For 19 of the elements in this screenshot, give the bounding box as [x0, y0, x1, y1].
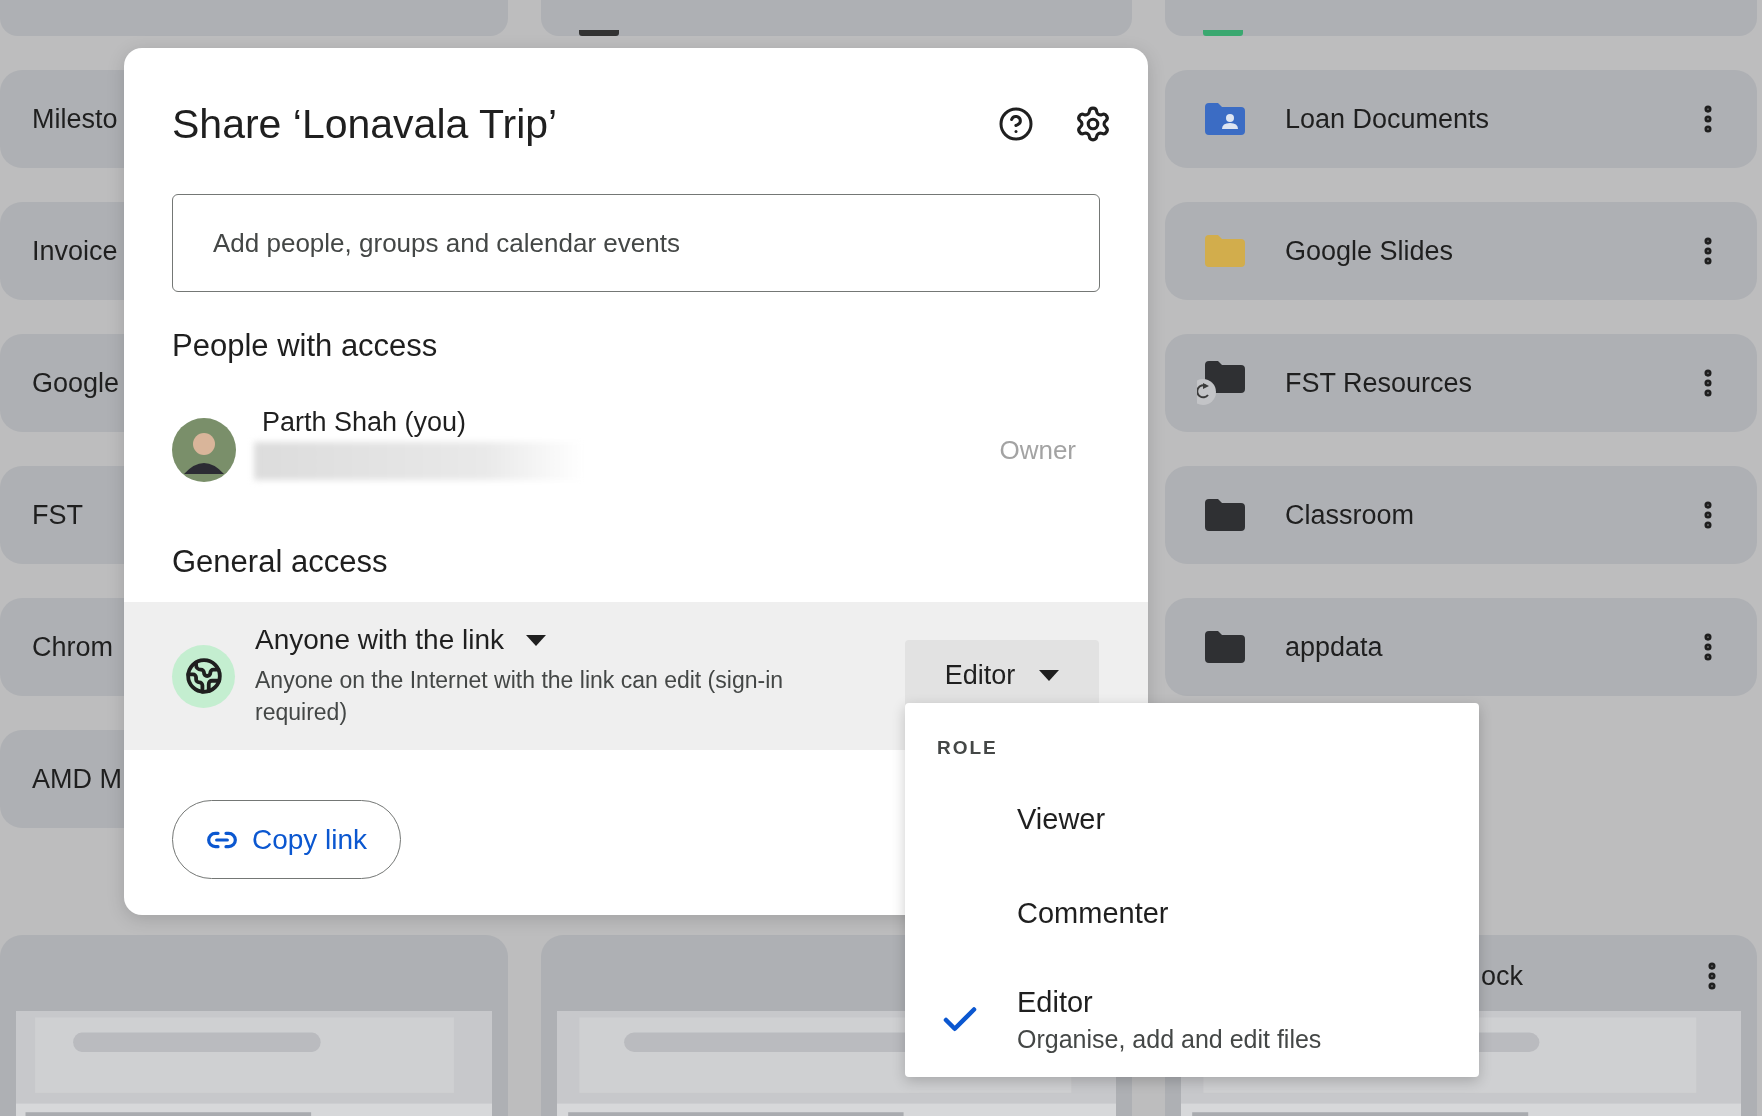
folder-name: Milesto: [32, 103, 118, 135]
folder-name: appdata: [1285, 631, 1384, 663]
dialog-title: Share ‘Lonavala Trip’: [172, 100, 559, 148]
folder-name: Google: [32, 367, 120, 399]
folder-name: Classroom: [1285, 499, 1416, 531]
folder-name: Invoice: [32, 235, 118, 267]
folder-name: Chrom: [32, 631, 113, 663]
section-heading: People with access: [172, 328, 439, 364]
folder-name: FST: [32, 499, 83, 531]
person-name: Parth Shah (you): [262, 406, 468, 438]
folder-name: AMD M: [32, 763, 122, 795]
access-description: Anyone on the Internet with the link can edit (sign-in required): [255, 666, 785, 727]
file-name: ock: [1481, 960, 1525, 992]
menu-heading: ROLE: [937, 737, 999, 759]
section-heading: General access: [172, 544, 389, 580]
person-role: Owner: [999, 434, 1076, 466]
folder-name: FST Resources: [1285, 367, 1474, 399]
folder-name: Loan Documents: [1285, 103, 1491, 135]
folder-name: Google Slides: [1285, 235, 1455, 267]
